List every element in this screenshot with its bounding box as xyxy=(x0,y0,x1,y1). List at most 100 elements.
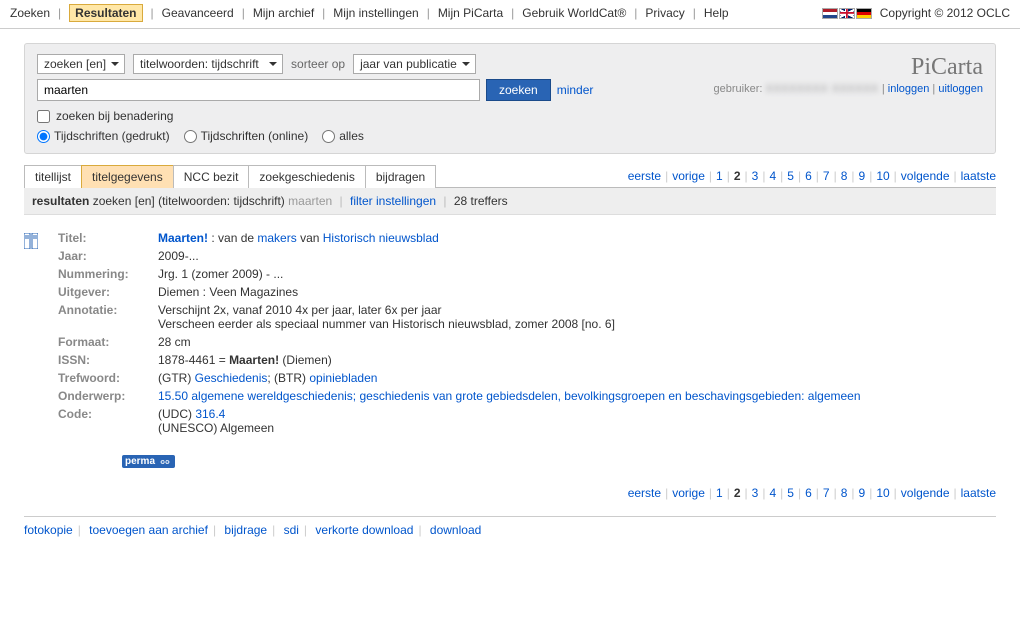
record-detail: Titel: Maarten! : van de makers van Hist… xyxy=(24,231,996,435)
pager-page-4[interactable]: 4 xyxy=(769,486,776,500)
keyword-link-1[interactable]: Geschiedenis xyxy=(195,371,268,385)
pager-page-6[interactable]: 6 xyxy=(805,169,812,183)
topnav-mijn-picarta[interactable]: Mijn PiCarta xyxy=(438,6,503,20)
value-annotation: Verschijnt 2x, vanaf 2010 4x per jaar, l… xyxy=(158,303,861,331)
result-mode: zoeken [en] xyxy=(93,194,155,208)
title-makers-link[interactable]: makers xyxy=(257,231,296,245)
pager-first[interactable]: eerste xyxy=(628,169,661,183)
pager-page-3[interactable]: 3 xyxy=(752,486,759,500)
topnav-resultaten[interactable]: Resultaten xyxy=(69,4,142,22)
label-numbering: Nummering: xyxy=(58,267,148,281)
action-toevoegen-archief[interactable]: toevoegen aan archief xyxy=(89,523,208,537)
pager-page-3[interactable]: 3 xyxy=(752,169,759,183)
value-publisher: Diemen : Veen Magazines xyxy=(158,285,861,299)
code-link[interactable]: 316.4 xyxy=(195,407,225,421)
separator: | xyxy=(242,6,245,20)
pager-page-1[interactable]: 1 xyxy=(716,486,723,500)
pager-page-6[interactable]: 6 xyxy=(805,486,812,500)
sort-select[interactable]: jaar van publicatie xyxy=(353,54,476,74)
topnav-help[interactable]: Help xyxy=(704,6,729,20)
record-type-icon xyxy=(24,231,40,435)
pager-last[interactable]: laatste xyxy=(961,486,996,500)
top-bar: Zoeken | Resultaten | Geavanceerd | Mijn… xyxy=(0,0,1020,29)
action-sdi[interactable]: sdi xyxy=(284,523,299,537)
pager-page-4[interactable]: 4 xyxy=(769,169,776,183)
tab-bijdragen[interactable]: bijdragen xyxy=(365,165,436,188)
pager-page-8[interactable]: 8 xyxy=(841,486,848,500)
pager-page-7[interactable]: 7 xyxy=(823,169,830,183)
topnav-zoeken[interactable]: Zoeken xyxy=(10,6,50,20)
pager-prev[interactable]: vorige xyxy=(672,169,705,183)
action-download[interactable]: download xyxy=(430,523,481,537)
pager-page-1[interactable]: 1 xyxy=(716,169,723,183)
login-link[interactable]: inloggen xyxy=(888,83,930,95)
pager-page-10[interactable]: 10 xyxy=(876,486,889,500)
title-main-link[interactable]: Maarten! xyxy=(158,231,208,245)
radio-online[interactable] xyxy=(184,130,197,143)
label-issn: ISSN: xyxy=(58,353,148,367)
radio-all[interactable] xyxy=(322,130,335,143)
topnav-worldcat[interactable]: Gebruik WorldCat® xyxy=(522,6,626,20)
action-fotokopie[interactable]: fotokopie xyxy=(24,523,73,537)
flag-en-icon[interactable] xyxy=(839,8,855,19)
search-button[interactable]: zoeken xyxy=(486,79,551,101)
logout-link[interactable]: uitloggen xyxy=(938,83,983,95)
title-historisch-link[interactable]: Historisch nieuwsblad xyxy=(323,231,439,245)
pager-page-9[interactable]: 9 xyxy=(859,169,866,183)
top-nav: Zoeken | Resultaten | Geavanceerd | Mijn… xyxy=(10,4,729,22)
flag-de-icon[interactable] xyxy=(856,8,872,19)
permalink-button[interactable]: perma xyxy=(122,455,175,468)
topnav-geavanceerd[interactable]: Geavanceerd xyxy=(162,6,234,20)
radio-printed[interactable] xyxy=(37,130,50,143)
pager-page-9[interactable]: 9 xyxy=(859,486,866,500)
search-input[interactable] xyxy=(37,79,480,101)
less-link[interactable]: minder xyxy=(557,83,594,97)
result-field: (titelwoorden: tijdschrift) xyxy=(158,194,285,208)
pager-first[interactable]: eerste xyxy=(628,486,661,500)
separator: | xyxy=(427,6,430,20)
tabs-bar: titellijst titelgegevens NCC bezit zoekg… xyxy=(24,164,996,188)
flag-nl-icon[interactable] xyxy=(822,8,838,19)
value-year: 2009-... xyxy=(158,249,861,263)
picarta-logo: PiCarta xyxy=(714,54,983,81)
language-flags xyxy=(822,8,872,19)
label-annotation: Annotatie: xyxy=(58,303,148,331)
pager-next[interactable]: volgende xyxy=(901,486,950,500)
radio-printed-label: Tijdschriften (gedrukt) xyxy=(54,129,170,143)
action-verkorte-download[interactable]: verkorte download xyxy=(315,523,413,537)
pager-page-7[interactable]: 7 xyxy=(823,486,830,500)
sort-label: sorteer op xyxy=(291,57,345,71)
tab-titelgegevens[interactable]: titelgegevens xyxy=(81,165,174,188)
link-icon xyxy=(158,457,172,467)
filter-settings-link[interactable]: filter instellingen xyxy=(350,194,436,208)
pager-page-2: 2 xyxy=(734,169,741,183)
topnav-mijn-archief[interactable]: Mijn archief xyxy=(253,6,314,20)
result-summary-bar: resultaten zoeken [en] (titelwoorden: ti… xyxy=(24,188,996,215)
tab-ncc-bezit[interactable]: NCC bezit xyxy=(173,165,250,188)
approx-checkbox[interactable] xyxy=(37,110,50,123)
search-field-select[interactable]: titelwoorden: tijdschrift xyxy=(133,54,283,74)
user-label: gebruiker: xyxy=(714,83,763,95)
label-year: Jaar: xyxy=(58,249,148,263)
pager-prev[interactable]: vorige xyxy=(672,486,705,500)
pager-bottom: eerste| vorige| 1| 2| 3| 4| 5| 6| 7| 8| … xyxy=(628,482,996,504)
keyword-link-2[interactable]: opiniebladen xyxy=(309,371,377,385)
search-panel: zoeken [en] titelwoorden: tijdschrift so… xyxy=(24,43,996,154)
pager-page-8[interactable]: 8 xyxy=(841,169,848,183)
label-code: Code: xyxy=(58,407,148,435)
tab-zoekgeschiedenis[interactable]: zoekgeschiedenis xyxy=(248,165,365,188)
topnav-mijn-instellingen[interactable]: Mijn instellingen xyxy=(333,6,418,20)
label-keyword: Trefwoord: xyxy=(58,371,148,385)
pager-page-5[interactable]: 5 xyxy=(787,486,794,500)
subject-link[interactable]: 15.50 algemene wereldgeschiedenis; gesch… xyxy=(158,389,861,403)
pager-last[interactable]: laatste xyxy=(961,169,996,183)
pager-page-5[interactable]: 5 xyxy=(787,169,794,183)
pager-page-10[interactable]: 10 xyxy=(876,169,889,183)
user-line: gebruiker: XXXXXXXX XXXXXX | inloggen | … xyxy=(714,83,983,95)
tab-titellijst[interactable]: titellijst xyxy=(24,165,82,188)
topnav-privacy[interactable]: Privacy xyxy=(645,6,684,20)
pager-next[interactable]: volgende xyxy=(901,169,950,183)
label-subject: Onderwerp: xyxy=(58,389,148,403)
action-bijdrage[interactable]: bijdrage xyxy=(224,523,267,537)
search-mode-select[interactable]: zoeken [en] xyxy=(37,54,125,74)
